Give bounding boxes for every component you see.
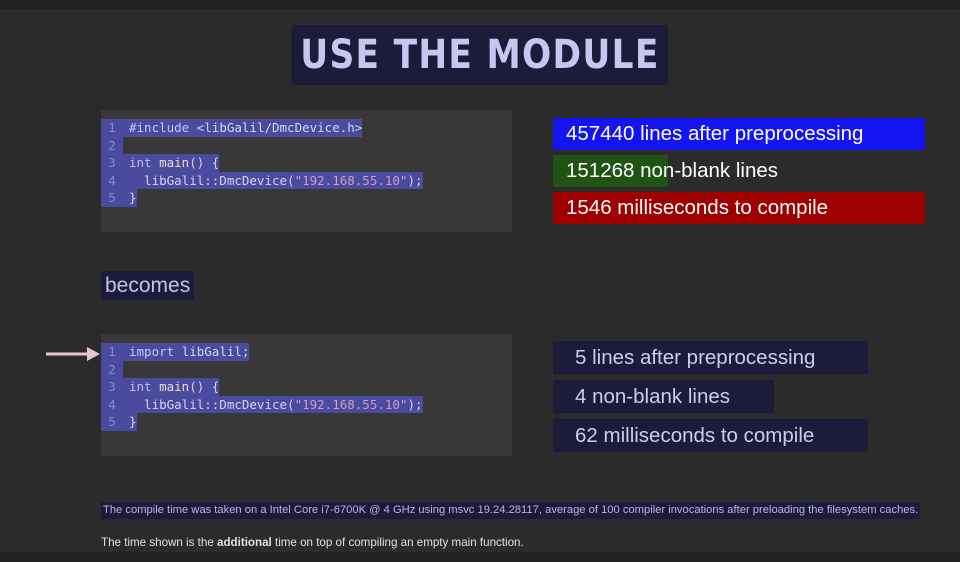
code-token-plain: } (129, 190, 137, 206)
metric-row: 457440 lines after preprocessing (553, 118, 925, 150)
metric-value: 457440 (566, 122, 635, 145)
code-token-function: main (159, 379, 190, 395)
title-container: USE THE MODULE (0, 25, 960, 85)
metric-row: 5 lines after preprocessing (553, 341, 925, 374)
code-line-text: #include <libGalil/DmcDevice.h> (123, 119, 363, 137)
code-token-plain: ); (407, 172, 423, 188)
line-number: 3 (101, 378, 123, 396)
metric-label: non-blank lines (634, 159, 779, 182)
code-token-string: "192.168.55.10" (294, 396, 408, 412)
code-token-plain: } (129, 414, 137, 430)
code-token-header: libGalil; (181, 344, 250, 359)
bottom-edge-strip (0, 552, 960, 562)
code-block-before[interactable]: 1 #include <libGalil/DmcDevice.h> 2 3 int ma… (101, 110, 512, 232)
metric-value: 4 (575, 385, 587, 408)
code-token-preprocessor: import (129, 344, 175, 359)
metric-value: 1546 (566, 196, 612, 219)
code-block-after[interactable]: 1 import libGalil; 2 3 int main() {4 libGali… (101, 334, 512, 456)
line-number: 2 (101, 136, 123, 155)
metric-value: 5 (575, 346, 587, 369)
metric-label: lines after preprocessing (586, 346, 816, 369)
metric-value: 151268 (566, 159, 635, 182)
metrics-after-list: 5 lines after preprocessing 4 non-blank l… (553, 341, 925, 458)
line-number: 3 (101, 154, 123, 172)
code-line: 1 #include <libGalil/DmcDevice.h> (101, 119, 502, 137)
code-line-text: } (123, 413, 137, 431)
code-line: 5} (101, 413, 502, 431)
footnote-hardware: The compile time was taken on a Intel Co… (101, 502, 921, 519)
code-line: 2 (101, 136, 502, 155)
metric-text: 1546 milliseconds to compile (553, 192, 925, 224)
code-line: 5} (101, 189, 502, 207)
code-token-plain: () { (189, 155, 220, 171)
line-number: 5 (101, 189, 123, 207)
code-line-text: import libGalil; (123, 343, 250, 361)
metric-text: 62 milliseconds to compile (553, 419, 868, 452)
line-number: 5 (101, 413, 123, 431)
code-line-text: } (123, 189, 137, 207)
metric-label: non-blank lines (586, 385, 730, 408)
code-token-function: main (159, 155, 190, 171)
metric-row: 1546 milliseconds to compile (553, 192, 925, 224)
code-token-string: "192.168.55.10" (294, 172, 408, 188)
metric-value: 62 (575, 424, 598, 447)
metric-text: 457440 lines after preprocessing (553, 118, 925, 150)
metric-text: 4 non-blank lines (553, 380, 774, 413)
code-line-text: int main() { (123, 154, 220, 172)
metric-row: 151268 non-blank lines (553, 155, 925, 187)
line-number: 2 (101, 360, 123, 379)
metrics-before-list: 457440 lines after preprocessing 151268 n… (553, 118, 925, 229)
code-line: 3 int main() { (101, 154, 502, 172)
code-token-keyword: int (129, 155, 152, 171)
code-token-plain: libGalil::DmcDevice( (129, 172, 295, 188)
line-number: 1 (101, 119, 123, 137)
code-token-preprocessor: #include (129, 120, 190, 135)
code-line: 3 int main() { (101, 378, 502, 396)
top-edge-strip (0, 0, 960, 9)
page-title: USE THE MODULE (291, 25, 669, 85)
metric-label: milliseconds to compile (611, 196, 829, 219)
code-line: 1 import libGalil; (101, 343, 502, 361)
footnote-additional-time: The time shown is the additional time on… (101, 534, 524, 551)
arrow-right-icon (45, 344, 101, 369)
code-line: 4 libGalil::DmcDevice("192.168.55.10"); (101, 395, 502, 414)
metric-text: 151268 non-blank lines (553, 155, 925, 187)
code-token-keyword: int (129, 379, 152, 395)
becomes-label: becomes (101, 271, 195, 300)
metric-text: 5 lines after preprocessing (553, 341, 868, 374)
code-token-plain: ); (407, 396, 423, 412)
code-token-header: <libGalil/DmcDevice.h> (196, 120, 363, 135)
line-number: 4 (101, 171, 123, 190)
code-line: 2 (101, 360, 502, 379)
code-token-plain: libGalil::DmcDevice( (129, 396, 295, 412)
metric-label: milliseconds to compile (597, 424, 815, 447)
line-number: 1 (101, 343, 123, 361)
metric-label: lines after preprocessing (634, 122, 864, 145)
code-token-plain: () { (189, 379, 220, 395)
footnote-two-prefix: The time shown is the (101, 536, 217, 549)
line-number: 4 (101, 395, 123, 414)
metric-row: 4 non-blank lines (553, 380, 925, 413)
code-line-text: libGalil::DmcDevice("192.168.55.10"); (123, 395, 423, 414)
code-line-text: libGalil::DmcDevice("192.168.55.10"); (123, 171, 423, 190)
code-line-text: int main() { (123, 378, 220, 396)
metric-row: 62 milliseconds to compile (553, 419, 925, 452)
code-line: 4 libGalil::DmcDevice("192.168.55.10"); (101, 171, 502, 190)
slide-root: USE THE MODULE 1 #include <libGalil/DmcDe… (0, 0, 960, 562)
footnote-two-suffix: time on top of compiling an empty main f… (271, 536, 524, 549)
footnote-two-emphasis: additional (217, 536, 272, 549)
